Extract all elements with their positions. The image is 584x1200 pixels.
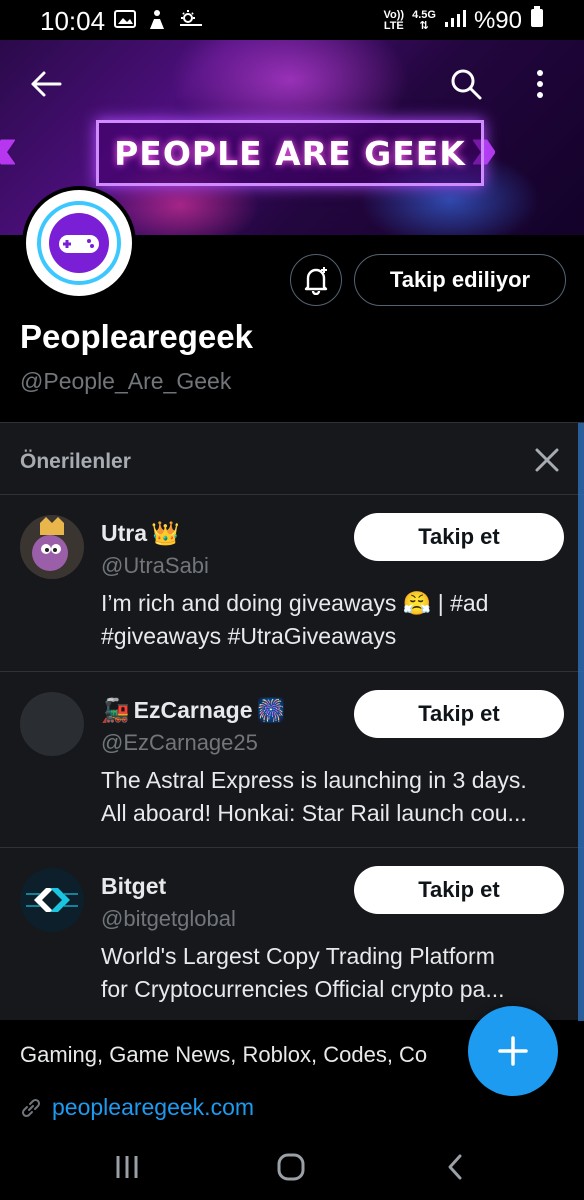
signal-icon	[444, 7, 466, 35]
close-icon	[535, 448, 559, 472]
suggestions-scrollbar[interactable]	[578, 423, 584, 1021]
arrow-left-icon	[31, 71, 62, 97]
suggestion-name: EzCarnage	[133, 697, 253, 723]
more-vertical-icon	[537, 70, 543, 98]
avatar[interactable]	[20, 692, 84, 756]
compose-post-button[interactable]	[468, 1006, 558, 1096]
gamepad-logo-icon	[37, 201, 121, 285]
battery-level: %90	[473, 6, 522, 34]
follow-button[interactable]: Takip et	[354, 690, 564, 738]
back-button[interactable]	[24, 62, 68, 106]
follow-button[interactable]: Takip et	[354, 513, 564, 561]
bitget-logo-icon	[20, 868, 84, 932]
more-options-button[interactable]	[518, 62, 562, 106]
suggestion-name: Bitget	[101, 873, 167, 899]
profile-bio: Gaming, Game News, Roblox, Codes, Co	[20, 1042, 428, 1067]
data-indicator: 4.5G ⇅	[412, 8, 436, 32]
follow-button[interactable]: Takip et	[354, 866, 564, 914]
plus-icon	[498, 1036, 528, 1066]
profile-link-row[interactable]: peoplearegeek.com	[20, 1094, 254, 1121]
chevron-left-icon	[448, 1154, 462, 1180]
profile-avatar[interactable]	[22, 186, 136, 300]
home-icon	[277, 1153, 305, 1181]
close-suggestions-button[interactable]	[532, 445, 562, 475]
profile-name: Peoplearegeek	[20, 318, 253, 355]
suggestion-handle: @UtraSabi	[101, 553, 209, 578]
gallery-icon	[114, 9, 136, 29]
suggestions-header: Önerilenler	[20, 450, 131, 473]
suggestion-handle: @bitgetglobal	[101, 906, 236, 931]
suggestion-bio: I’m rich and doing giveaways 😤 | #ad #gi…	[101, 590, 489, 649]
recent-apps-icon	[116, 1156, 138, 1178]
status-time: 10:04	[40, 6, 106, 36]
battery-icon	[530, 6, 544, 35]
link-icon	[21, 1098, 41, 1117]
suggestion-item-bitget[interactable]: Bitget @bitgetglobal World's Largest Cop…	[0, 848, 578, 1024]
banner-title: PEOPLE ARE GEEK	[96, 120, 484, 186]
fireworks-emoji-icon: 🎆	[256, 697, 286, 723]
profile-website-link[interactable]: peoplearegeek.com	[52, 1094, 254, 1121]
suggestion-item-ezcarnage[interactable]: 🚂 EzCarnage 🎆 @EzCarnage25 The Astral Ex…	[0, 672, 578, 848]
status-bar: 10:04 Vo)) LTE 4.5G ⇅ %90	[0, 0, 584, 40]
weather-icon	[178, 9, 202, 29]
suggestion-handle: @EzCarnage25	[101, 730, 258, 755]
profile-handle: @People_Are_Geek	[20, 368, 232, 394]
suggestions-panel: Önerilenler Utra 👑 @UtraSabi I’m rich an…	[0, 422, 584, 1021]
suggestion-item-utra[interactable]: Utra 👑 @UtraSabi I’m rich and doing give…	[0, 495, 578, 671]
search-button[interactable]	[444, 62, 488, 106]
nav-back-button[interactable]	[430, 1144, 480, 1190]
crown-emoji-icon: 👑	[151, 520, 180, 546]
android-navigation-bar	[0, 1134, 584, 1200]
suggestion-bio: The Astral Express is launching in 3 day…	[101, 767, 527, 826]
train-emoji-icon: 🚂	[101, 697, 130, 723]
suggestion-name: Utra	[101, 520, 148, 546]
avatar[interactable]	[20, 868, 84, 932]
home-button[interactable]	[266, 1144, 316, 1190]
bell-plus-icon	[304, 267, 328, 295]
following-button[interactable]: Takip ediliyor	[354, 254, 566, 306]
suggestion-bio: World's Largest Copy Trading Platform fo…	[101, 943, 505, 1002]
notifications-bell-button[interactable]	[290, 254, 342, 306]
recent-apps-button[interactable]	[102, 1144, 152, 1190]
search-icon	[451, 69, 482, 100]
avatar[interactable]	[20, 515, 84, 579]
accessibility-icon	[146, 9, 168, 29]
volte-indicator: Vo)) LTE	[383, 8, 405, 32]
